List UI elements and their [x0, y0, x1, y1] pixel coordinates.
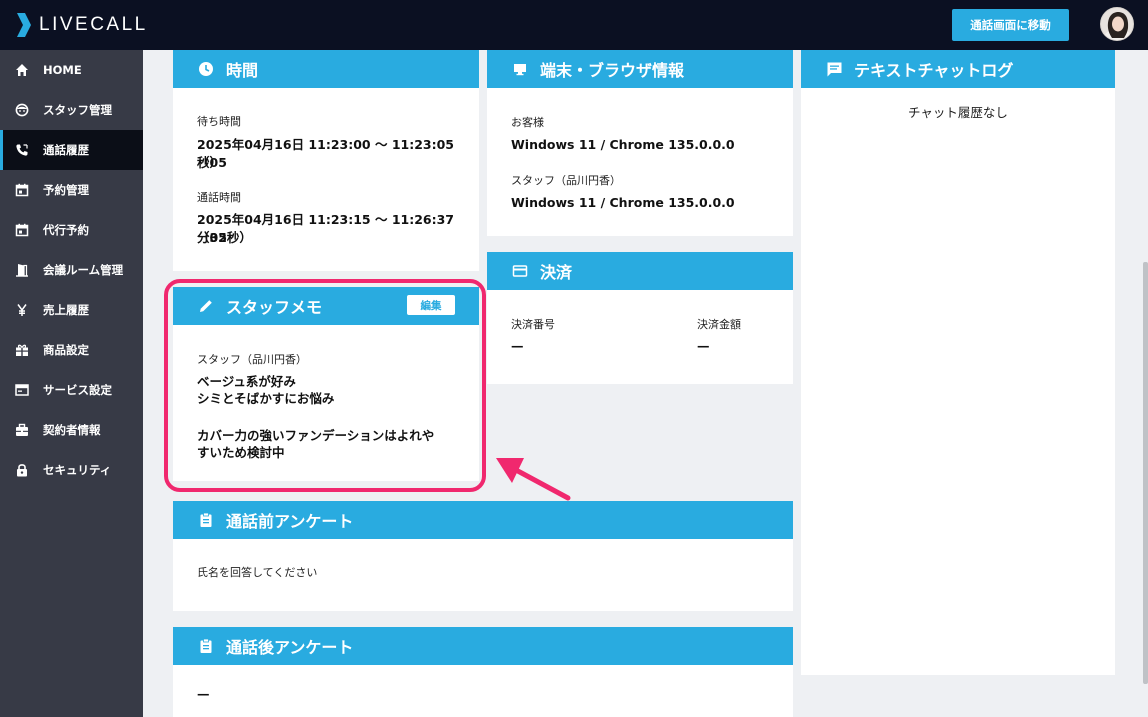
- user-avatar[interactable]: [1100, 7, 1134, 41]
- chat-card-title: テキストチャットログ: [854, 61, 1014, 80]
- home-icon: [14, 62, 30, 78]
- payment-amount-label: 決済金額: [697, 318, 741, 331]
- call-time-label: 通話時間: [197, 191, 241, 204]
- sidebar-item-label: 会議ルーム管理: [43, 263, 124, 277]
- sidebar: HOME スタッフ管理 通話履歴 予約管理 代行予約 会議ルーム管理 売上履歴 …: [0, 50, 143, 717]
- sidebar-item-label: 代行予約: [43, 223, 89, 237]
- chat-bubble-icon: [825, 60, 843, 78]
- chat-card-header: テキストチャットログ: [801, 50, 1115, 88]
- payment-number-label: 決済番号: [511, 318, 555, 331]
- annotation-arrow-icon: [496, 458, 571, 501]
- time-card-title: 時間: [226, 61, 259, 80]
- sidebar-item-label: HOME: [43, 63, 82, 77]
- sidebar-item-reservations[interactable]: 予約管理: [0, 170, 143, 210]
- clock-icon: [197, 60, 215, 78]
- time-card: 時間 待ち時間 2025年04月16日 11:23:00 〜 11:23:05（…: [173, 50, 479, 271]
- customer-device-value: Windows 11 / Chrome 135.0.0.0: [511, 137, 735, 152]
- sidebar-item-label: 通話履歴: [43, 143, 89, 157]
- sidebar-item-label: サービス設定: [43, 383, 112, 397]
- sidebar-item-label: 商品設定: [43, 343, 89, 357]
- yen-icon: [14, 302, 30, 318]
- phone-icon: [14, 142, 30, 158]
- sidebar-item-home[interactable]: HOME: [0, 50, 143, 90]
- livecall-logo[interactable]: LIVECALL: [16, 11, 148, 39]
- sidebar-item-label: セキュリティ: [43, 463, 112, 477]
- top-bar: LIVECALL 通話画面に移動: [0, 0, 1148, 50]
- customer-label: お客様: [511, 116, 544, 129]
- post-call-survey-card: 通話後アンケート —: [173, 627, 793, 717]
- gift-icon: [14, 342, 30, 358]
- sidebar-item-staff[interactable]: スタッフ管理: [0, 90, 143, 130]
- wait-time-value-line1: 2025年04月16日 11:23:00 〜 11:23:05（05: [197, 137, 455, 170]
- device-browser-card: 端末・ブラウザ情報 お客様 Windows 11 / Chrome 135.0.…: [487, 50, 793, 236]
- time-card-header: 時間: [173, 50, 479, 88]
- clipboard-icon: [197, 511, 215, 529]
- payment-card-title: 決済: [540, 263, 573, 282]
- clipboard-icon: [197, 637, 215, 655]
- sidebar-item-label: 売上履歴: [43, 303, 89, 317]
- sidebar-item-security[interactable]: セキュリティ: [0, 450, 143, 490]
- sidebar-item-meeting-rooms[interactable]: 会議ルーム管理: [0, 250, 143, 290]
- pre-survey-header: 通話前アンケート: [173, 501, 793, 539]
- door-icon: [14, 262, 30, 278]
- post-survey-title: 通話後アンケート: [226, 638, 354, 657]
- payment-card: 決済 決済番号 — 決済金額 —: [487, 252, 793, 384]
- pre-survey-question: 氏名を回答してください: [197, 566, 318, 579]
- calendar-check-icon: [14, 222, 30, 238]
- sidebar-item-sales-history[interactable]: 売上履歴: [0, 290, 143, 330]
- device-card-title: 端末・ブラウザ情報: [540, 61, 685, 80]
- wait-time-value-line2: 秒）: [197, 155, 223, 170]
- pre-survey-title: 通話前アンケート: [226, 512, 354, 531]
- post-survey-value: —: [197, 686, 210, 701]
- monitor-icon: [511, 60, 529, 78]
- staff-face-icon: [14, 102, 30, 118]
- staff-device-value: Windows 11 / Chrome 135.0.0.0: [511, 195, 735, 210]
- sidebar-item-label: 契約者情報: [43, 423, 101, 437]
- sidebar-item-call-history[interactable]: 通話履歴: [0, 130, 143, 170]
- pre-call-survey-card: 通話前アンケート 氏名を回答してください: [173, 501, 793, 611]
- device-card-header: 端末・ブラウザ情報: [487, 50, 793, 88]
- sidebar-item-proxy-booking[interactable]: 代行予約: [0, 210, 143, 250]
- sidebar-item-product-settings[interactable]: 商品設定: [0, 330, 143, 370]
- memo-highlight-frame: [164, 279, 486, 492]
- call-time-value-line2: 分35秒）: [197, 230, 252, 245]
- text-chat-log-card: テキストチャットログ チャット履歴なし: [801, 50, 1115, 675]
- logo-text: LIVECALL: [39, 14, 148, 35]
- card-window-icon: [14, 382, 30, 398]
- sidebar-item-label: 予約管理: [43, 183, 89, 197]
- wait-time-label: 待ち時間: [197, 115, 241, 128]
- staff-device-label: スタッフ（品川円香）: [511, 174, 621, 187]
- go-to-call-screen-button[interactable]: 通話画面に移動: [952, 9, 1069, 41]
- sidebar-item-contractor-info[interactable]: 契約者情報: [0, 410, 143, 450]
- sidebar-item-label: スタッフ管理: [43, 103, 112, 117]
- payment-number-value: —: [511, 338, 524, 353]
- chat-empty-message: チャット履歴なし: [908, 105, 1008, 120]
- post-survey-header: 通話後アンケート: [173, 627, 793, 665]
- scrollbar-thumb[interactable]: [1143, 262, 1148, 684]
- calendar-icon: [14, 182, 30, 198]
- logo-mark-icon: [17, 13, 31, 37]
- briefcase-icon: [14, 422, 30, 438]
- sidebar-item-service-settings[interactable]: サービス設定: [0, 370, 143, 410]
- credit-card-icon: [511, 262, 529, 280]
- lock-icon: [14, 462, 30, 478]
- payment-card-header: 決済: [487, 252, 793, 290]
- payment-amount-value: —: [697, 338, 710, 353]
